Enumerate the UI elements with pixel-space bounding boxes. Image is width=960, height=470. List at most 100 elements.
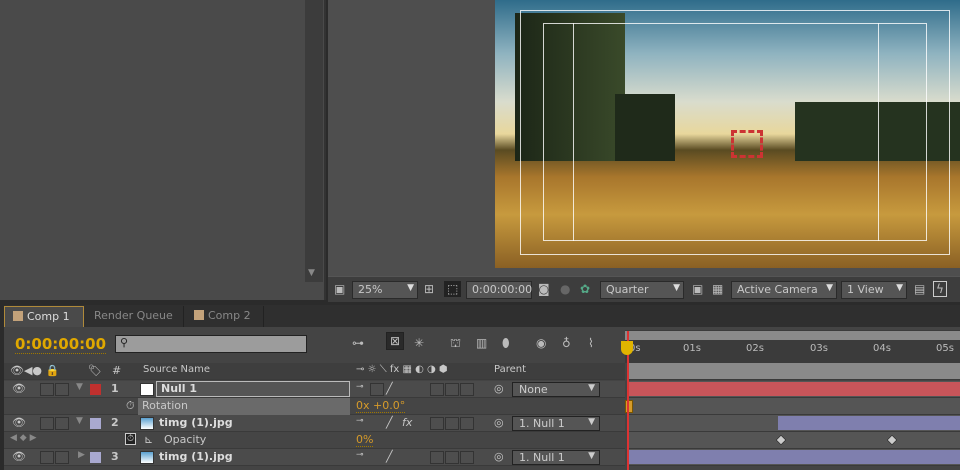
audio-toggle[interactable] — [40, 383, 54, 396]
property-row[interactable]: ◀ ◆ ▶ ⏱ ⊾ Opacity 0% — [4, 432, 625, 449]
layer-name[interactable]: timg (1).jpg — [159, 416, 233, 429]
keyframe-navigator-icon[interactable]: ◀ ◆ ▶ — [10, 433, 37, 443]
parent-dropdown[interactable]: 1. Null 1 ▼ — [512, 416, 600, 431]
brainstorm-icon[interactable]: ⬮ — [502, 336, 510, 351]
quality-icon[interactable]: ╱ — [386, 382, 393, 395]
switch-box[interactable] — [460, 417, 474, 430]
pickwhip-icon[interactable]: ◎ — [494, 450, 504, 463]
search-icon: ⚲ — [120, 336, 129, 349]
layer-name-input[interactable]: Null 1 — [156, 381, 350, 397]
parent-dropdown[interactable]: None ▼ — [512, 382, 600, 397]
switch-box[interactable] — [430, 451, 444, 464]
draft-3d-icon[interactable]: ⊠ — [386, 332, 405, 350]
project-scrollbar[interactable] — [305, 0, 323, 282]
fx-icon[interactable]: fx — [402, 416, 412, 429]
region-of-interest-icon[interactable]: ▣ — [692, 282, 703, 296]
tab-comp-1[interactable]: Comp 1 × — [4, 306, 84, 336]
parent-dropdown[interactable]: 1. Null 1 ▼ — [512, 450, 600, 465]
project-panel — [0, 0, 326, 300]
label-color[interactable] — [90, 384, 101, 395]
graph-editor-icon[interactable]: ⌇ — [588, 336, 594, 350]
layer-name[interactable]: timg (1).jpg — [159, 450, 233, 463]
motion-blur-icon[interactable]: ▥ — [476, 336, 487, 350]
switch-box[interactable] — [445, 383, 459, 396]
layer-track[interactable] — [628, 449, 960, 466]
channel-icon[interactable]: ✿ — [580, 282, 590, 296]
shy-icon[interactable]: ⊸ — [356, 416, 364, 426]
rotation-value[interactable]: 0x +0.0° — [356, 399, 406, 413]
comp-icon — [194, 310, 204, 320]
stopwatch-icon[interactable]: ⏱ — [126, 399, 135, 413]
graph-icon[interactable]: ⊾ — [144, 433, 153, 446]
quality-icon[interactable]: ╱ — [386, 450, 393, 463]
expand-triangle-icon[interactable]: ▼ — [76, 382, 83, 392]
pickwhip-icon[interactable]: ◎ — [494, 416, 504, 429]
collapse-triangle-icon[interactable]: ▶ — [78, 450, 85, 460]
switch-box[interactable] — [445, 451, 459, 464]
eye-icon[interactable]: 👁 — [12, 416, 26, 429]
keyframe[interactable] — [775, 434, 787, 446]
pickwhip-icon[interactable]: ◎ — [494, 382, 504, 395]
expand-triangle-icon[interactable]: ▼ — [76, 416, 83, 426]
shy-icon[interactable]: ⊸ — [356, 450, 364, 460]
current-time[interactable]: 0:00:00:00 — [466, 281, 532, 299]
switch-box[interactable] — [460, 383, 474, 396]
eye-icon[interactable]: 👁 — [12, 450, 26, 463]
label-color[interactable] — [90, 418, 101, 429]
keyframe[interactable] — [886, 434, 898, 446]
show-snapshot-icon[interactable]: ● — [560, 282, 570, 296]
tab-render-queue[interactable]: Render Queue — [86, 306, 184, 327]
quality-icon[interactable]: ╱ — [386, 416, 393, 429]
layer-row[interactable]: 👁 ▼ 1 Null 1 ⊸ ╱ ◎ None ▼ — [4, 381, 625, 398]
comp-mini-flowchart-icon[interactable]: ⊶ — [352, 336, 364, 350]
timeline-timecode[interactable]: 0:00:00:00 — [15, 335, 107, 354]
shy-icon[interactable]: ⊸ — [356, 382, 364, 392]
fast-previews-icon[interactable]: ϟ — [933, 281, 947, 297]
work-area-bar[interactable] — [625, 331, 960, 340]
layer-row[interactable]: 👁 ▶ 3 timg (1).jpg ⊸ ╱ ◎ 1. Null 1 ▼ — [4, 449, 625, 466]
switch-box[interactable] — [460, 451, 474, 464]
snapshot-icon[interactable]: ◙ — [538, 282, 550, 296]
audio-toggle[interactable] — [40, 417, 54, 430]
zoom-dropdown[interactable]: 25% ▼ — [352, 281, 418, 299]
stopwatch-icon[interactable]: ♁ — [562, 336, 571, 350]
solo-toggle[interactable] — [55, 383, 69, 396]
transparency-grid-icon[interactable]: ▦ — [712, 282, 723, 296]
layer-track[interactable] — [628, 415, 960, 432]
audio-toggle[interactable] — [40, 451, 54, 464]
region-icon[interactable]: ▣ — [334, 282, 345, 296]
eye-icon[interactable]: 👁 — [12, 382, 26, 395]
toggle-pixel-icon[interactable]: ▤ — [914, 282, 925, 296]
playhead-handle[interactable] — [621, 341, 633, 355]
frame-blending-icon[interactable]: ⛫ — [450, 336, 461, 352]
label-color[interactable] — [90, 452, 101, 463]
layer-bar[interactable] — [778, 416, 960, 430]
switch-box[interactable] — [430, 417, 444, 430]
layer-number: 2 — [111, 416, 119, 429]
view-layout-dropdown[interactable]: 1 View ▼ — [841, 281, 907, 299]
stopwatch-active-icon[interactable]: ⏱ — [125, 433, 137, 445]
opacity-value[interactable]: 0% — [356, 433, 374, 447]
collapse-toggle[interactable] — [370, 383, 384, 396]
solo-toggle[interactable] — [55, 451, 69, 464]
null-layer-handle[interactable] — [731, 130, 763, 158]
grid-icon[interactable]: ⊞ — [424, 282, 434, 296]
layer-row[interactable]: 👁 ▼ 2 timg (1).jpg ⊸ ╱ fx ◎ 1. Null 1 ▼ — [4, 415, 625, 432]
switch-box[interactable] — [445, 417, 459, 430]
property-row[interactable]: ⏱ Rotation 0x +0.0° — [4, 398, 625, 415]
tab-comp-2[interactable]: Comp 2 — [186, 306, 264, 327]
switch-box[interactable] — [430, 383, 444, 396]
scroll-down-arrow-icon[interactable]: ▼ — [308, 268, 315, 278]
solo-toggle[interactable] — [55, 417, 69, 430]
camera-dropdown[interactable]: Active Camera ▼ — [731, 281, 837, 299]
layer-search-input[interactable]: ⚲ — [115, 335, 307, 353]
layer-bar[interactable] — [628, 382, 960, 396]
layer-track[interactable] — [628, 381, 960, 398]
mask-visibility-icon[interactable]: ⬚ — [444, 281, 462, 297]
column-source-name[interactable]: Source Name — [143, 364, 210, 375]
auto-keyframe-icon[interactable]: ◉ — [536, 336, 546, 350]
hide-shy-layers-icon[interactable]: ✳ — [414, 336, 424, 350]
layer-bar[interactable] — [628, 450, 960, 464]
resolution-dropdown[interactable]: Quarter ▼ — [600, 281, 684, 299]
composition-image[interactable] — [495, 0, 960, 268]
